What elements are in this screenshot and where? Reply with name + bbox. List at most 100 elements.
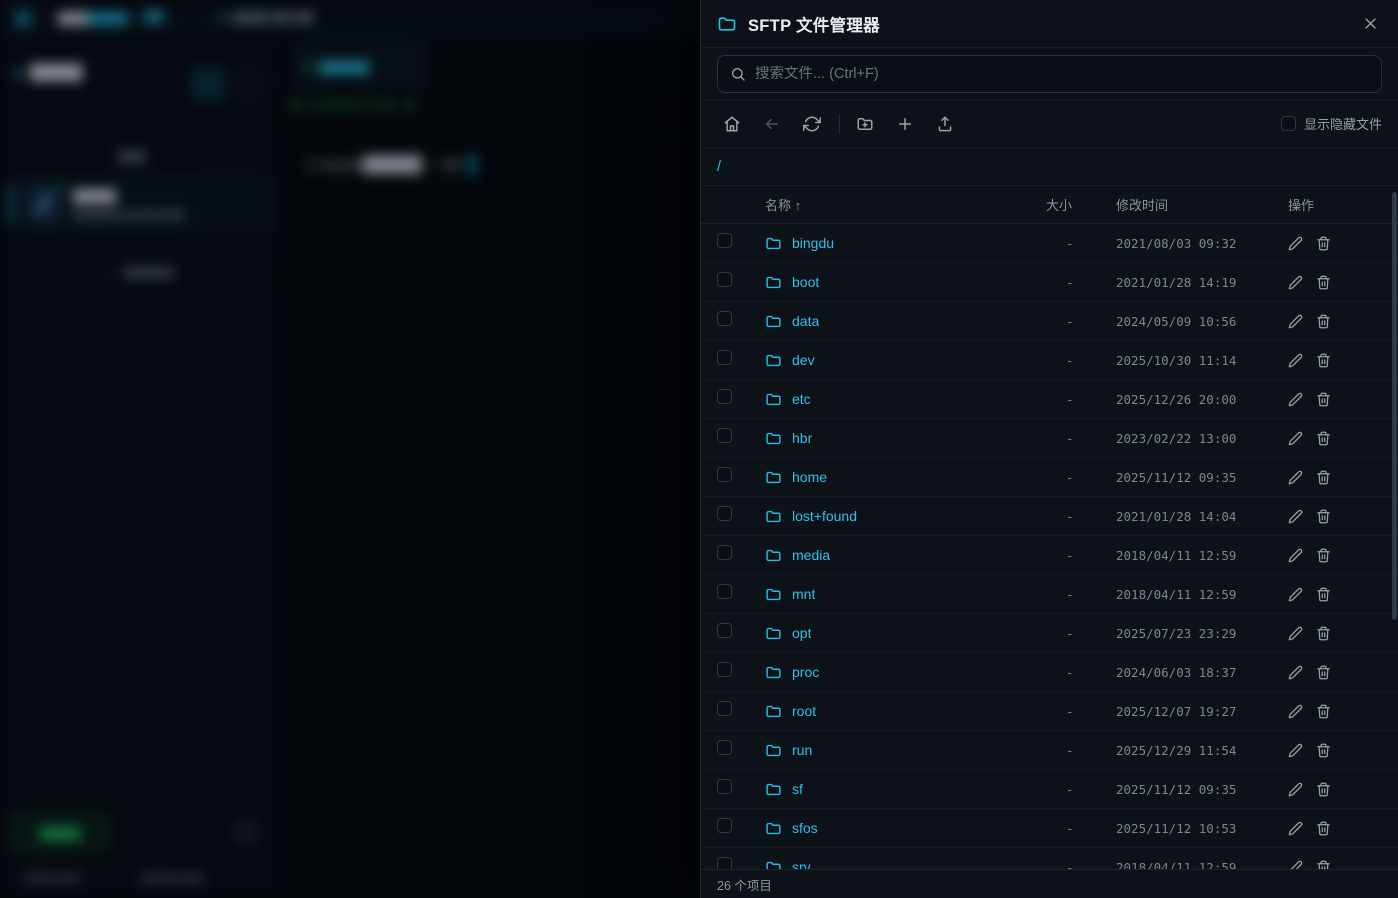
table-row[interactable]: mnt - 2018/04/11 12:59 bbox=[701, 575, 1398, 614]
table-row[interactable]: proc - 2024/06/03 18:37 bbox=[701, 653, 1398, 692]
table-row[interactable]: boot - 2021/01/28 14:19 bbox=[701, 263, 1398, 302]
table-row[interactable]: media - 2018/04/11 12:59 bbox=[701, 536, 1398, 575]
delete-button[interactable] bbox=[1316, 392, 1331, 407]
table-row[interactable]: hbr - 2023/02/22 13:00 bbox=[701, 419, 1398, 458]
row-checkbox[interactable] bbox=[717, 350, 732, 365]
rename-button[interactable] bbox=[1288, 704, 1303, 719]
rename-button[interactable] bbox=[1288, 548, 1303, 563]
row-checkbox[interactable] bbox=[717, 428, 732, 443]
rename-button[interactable] bbox=[1288, 587, 1303, 602]
table-row[interactable]: bingdu - 2021/08/03 09:32 bbox=[701, 224, 1398, 263]
table-row[interactable]: srv - 2018/04/11 12:59 bbox=[701, 848, 1398, 869]
table-row[interactable]: home - 2025/11/12 09:35 bbox=[701, 458, 1398, 497]
row-checkbox[interactable] bbox=[717, 623, 732, 638]
rename-button[interactable] bbox=[1288, 782, 1303, 797]
delete-button[interactable] bbox=[1316, 275, 1331, 290]
file-name-link[interactable]: bingdu bbox=[792, 235, 834, 251]
row-checkbox[interactable] bbox=[717, 272, 732, 287]
table-row[interactable]: run - 2025/12/29 11:54 bbox=[701, 731, 1398, 770]
home-button[interactable] bbox=[717, 109, 747, 139]
rename-button[interactable] bbox=[1288, 509, 1303, 524]
file-name-link[interactable]: boot bbox=[792, 274, 819, 290]
table-row[interactable]: root - 2025/12/07 19:27 bbox=[701, 692, 1398, 731]
delete-button[interactable] bbox=[1316, 548, 1331, 563]
back-button[interactable] bbox=[757, 109, 787, 139]
row-checkbox[interactable] bbox=[717, 701, 732, 716]
scrollbar[interactable] bbox=[1392, 192, 1397, 865]
row-checkbox[interactable] bbox=[717, 740, 732, 755]
file-name-link[interactable]: opt bbox=[792, 625, 811, 641]
delete-button[interactable] bbox=[1316, 470, 1331, 485]
upload-button[interactable] bbox=[930, 109, 960, 139]
delete-button[interactable] bbox=[1316, 782, 1331, 797]
delete-button[interactable] bbox=[1316, 821, 1331, 836]
show-hidden-toggle[interactable]: 显示隐藏文件 bbox=[1281, 114, 1382, 133]
row-checkbox[interactable] bbox=[717, 779, 732, 794]
table-row[interactable]: etc - 2025/12/26 20:00 bbox=[701, 380, 1398, 419]
file-name-link[interactable]: root bbox=[792, 703, 816, 719]
row-checkbox[interactable] bbox=[717, 506, 732, 521]
file-name-link[interactable]: data bbox=[792, 313, 819, 329]
new-folder-button[interactable] bbox=[850, 109, 880, 139]
file-name-link[interactable]: etc bbox=[792, 391, 811, 407]
row-checkbox[interactable] bbox=[717, 233, 732, 248]
rename-button[interactable] bbox=[1288, 470, 1303, 485]
refresh-button[interactable] bbox=[797, 109, 827, 139]
delete-button[interactable] bbox=[1316, 704, 1331, 719]
delete-button[interactable] bbox=[1316, 587, 1331, 602]
delete-button[interactable] bbox=[1316, 431, 1331, 446]
delete-button[interactable] bbox=[1316, 743, 1331, 758]
delete-button[interactable] bbox=[1316, 860, 1331, 870]
scrollbar-thumb[interactable] bbox=[1392, 192, 1397, 620]
column-name[interactable]: 名称 ↑ bbox=[765, 195, 1002, 214]
row-checkbox[interactable] bbox=[717, 818, 732, 833]
delete-button[interactable] bbox=[1316, 314, 1331, 329]
file-name-link[interactable]: hbr bbox=[792, 430, 812, 446]
row-checkbox[interactable] bbox=[717, 311, 732, 326]
file-name-link[interactable]: media bbox=[792, 547, 830, 563]
search-input[interactable] bbox=[755, 66, 1369, 82]
column-size[interactable]: 大小 bbox=[1002, 195, 1072, 214]
show-hidden-checkbox[interactable] bbox=[1281, 116, 1296, 131]
column-modified[interactable]: 修改时间 bbox=[1072, 195, 1282, 214]
table-row[interactable]: data - 2024/05/09 10:56 bbox=[701, 302, 1398, 341]
breadcrumb-path[interactable]: / bbox=[717, 159, 721, 175]
file-name-link[interactable]: run bbox=[792, 742, 812, 758]
file-name-link[interactable]: sfos bbox=[792, 820, 818, 836]
new-file-button[interactable] bbox=[890, 109, 920, 139]
breadcrumb[interactable]: / bbox=[701, 148, 1398, 186]
rename-button[interactable] bbox=[1288, 626, 1303, 641]
rename-button[interactable] bbox=[1288, 353, 1303, 368]
table-row[interactable]: sf - 2025/11/12 09:35 bbox=[701, 770, 1398, 809]
file-name-link[interactable]: dev bbox=[792, 352, 815, 368]
table-row[interactable]: dev - 2025/10/30 11:14 bbox=[701, 341, 1398, 380]
rename-button[interactable] bbox=[1288, 275, 1303, 290]
row-checkbox[interactable] bbox=[717, 584, 732, 599]
rename-button[interactable] bbox=[1288, 392, 1303, 407]
table-row[interactable]: sfos - 2025/11/12 10:53 bbox=[701, 809, 1398, 848]
search-box[interactable] bbox=[717, 55, 1382, 93]
row-checkbox[interactable] bbox=[717, 857, 732, 869]
file-name-link[interactable]: lost+found bbox=[792, 508, 857, 524]
rename-button[interactable] bbox=[1288, 431, 1303, 446]
row-checkbox[interactable] bbox=[717, 467, 732, 482]
delete-button[interactable] bbox=[1316, 665, 1331, 680]
table-row[interactable]: opt - 2025/07/23 23:29 bbox=[701, 614, 1398, 653]
file-name-link[interactable]: home bbox=[792, 469, 827, 485]
row-checkbox[interactable] bbox=[717, 545, 732, 560]
delete-button[interactable] bbox=[1316, 626, 1331, 641]
file-name-link[interactable]: proc bbox=[792, 664, 819, 680]
modal-backdrop[interactable] bbox=[0, 0, 700, 898]
rename-button[interactable] bbox=[1288, 314, 1303, 329]
row-checkbox[interactable] bbox=[717, 389, 732, 404]
rename-button[interactable] bbox=[1288, 665, 1303, 680]
close-button[interactable] bbox=[1358, 12, 1382, 36]
row-checkbox[interactable] bbox=[717, 662, 732, 677]
delete-button[interactable] bbox=[1316, 353, 1331, 368]
table-row[interactable]: lost+found - 2021/01/28 14:04 bbox=[701, 497, 1398, 536]
rename-button[interactable] bbox=[1288, 860, 1303, 870]
rename-button[interactable] bbox=[1288, 236, 1303, 251]
delete-button[interactable] bbox=[1316, 236, 1331, 251]
file-name-link[interactable]: srv bbox=[792, 859, 811, 869]
file-name-link[interactable]: sf bbox=[792, 781, 803, 797]
